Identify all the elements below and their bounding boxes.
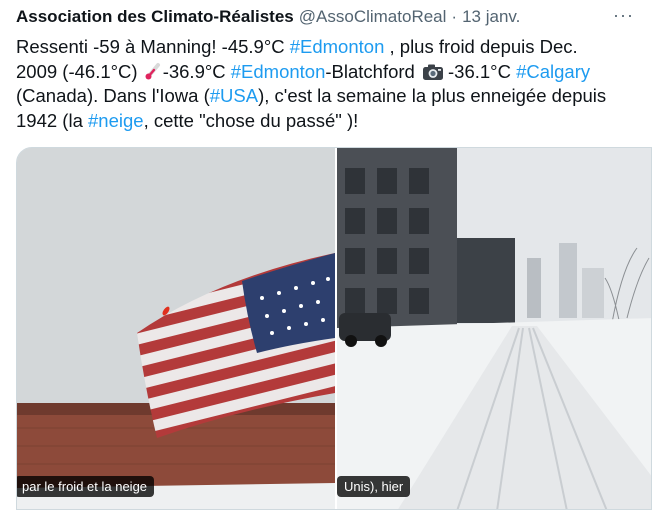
camera-icon [422, 63, 444, 81]
snowy-street-image[interactable]: Unis), hier [337, 148, 651, 509]
author-name[interactable]: Association des Climato-Réalistes [16, 7, 294, 27]
thermometer-icon [145, 62, 161, 80]
text-segment: ), c'est la semaine la plus enneigée dep… [258, 85, 607, 106]
text-segment: , cette "chose du passé" )! [143, 109, 359, 131]
tweet-media: par le froid et la neige Unis), hier [16, 147, 652, 510]
hashtag-link[interactable]: #Edmonton [231, 61, 326, 82]
text-segment: -36.1°C [448, 60, 517, 82]
more-options-icon[interactable]: ··· [613, 5, 634, 26]
text-segment: Ressenti -59 à Manning! -45.9°C [16, 36, 290, 57]
tweet-text-line: Ressenti -59 à Manning! -45.9°C #Edmonto… [16, 35, 636, 60]
author-handle[interactable]: @AssoClimatoReal [299, 7, 447, 27]
tweet-text-line: (Canada). Dans l'Iowa (#USA), c'est la s… [16, 84, 636, 109]
flag-illustration [17, 148, 335, 509]
text-segment: (Canada). Dans l'Iowa ( [16, 85, 210, 106]
video-caption: Unis), hier [337, 476, 411, 497]
hashtag-link[interactable]: #Edmonton [290, 36, 385, 57]
text-segment: , plus froid depuis Dec. [384, 36, 578, 57]
text-segment: 1942 (la [16, 109, 88, 131]
text-segment: -Blatchford [325, 60, 420, 82]
tweet-text: Ressenti -59 à Manning! -45.9°C #Edmonto… [16, 35, 636, 133]
street-illustration [337, 148, 651, 509]
hashtag-link[interactable]: #USA [210, 85, 258, 106]
tweet-header: Association des Climato-Réalistes @AssoC… [16, 5, 636, 29]
timestamp[interactable]: 13 janv. [462, 7, 520, 27]
tweet: Association des Climato-Réalistes @AssoC… [0, 0, 652, 510]
text-segment: 2009 (-46.1°C) [16, 60, 143, 82]
video-caption: par le froid et la neige [17, 476, 155, 497]
tweet-text-line: 1942 (la #neige, cette "chose du passé" … [16, 109, 636, 134]
tweet-text-line: 2009 (-46.1°C) -36.9°C #Edmonton-Blatchf… [16, 60, 636, 85]
text-segment: -36.9°C [162, 60, 231, 82]
hashtag-link[interactable]: #neige [88, 110, 144, 131]
hashtag-link[interactable]: #Calgary [516, 61, 590, 82]
flag-in-snow-image[interactable]: par le froid et la neige [17, 148, 335, 509]
separator-dot: · [451, 7, 458, 26]
